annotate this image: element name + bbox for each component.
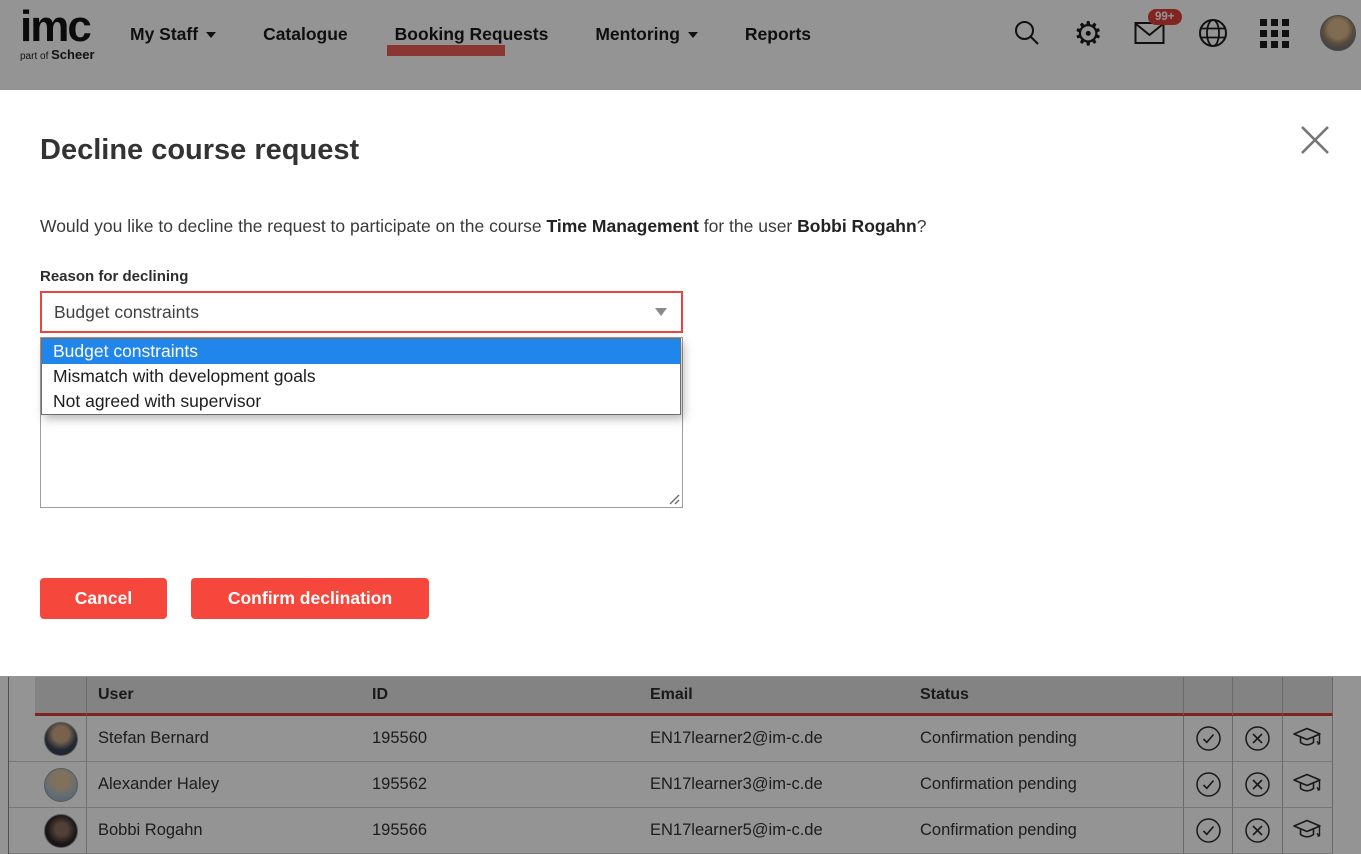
option-mismatch-development-goals[interactable]: Mismatch with development goals [42, 364, 680, 389]
modal-buttons: Cancel Confirm declination [40, 578, 429, 619]
modal-body-text: Would you like to decline the request to… [40, 216, 926, 237]
decline-course-request-modal: Decline course request Would you like to… [0, 90, 1361, 676]
reason-options-panel: Budget constraints Mismatch with develop… [41, 338, 681, 415]
confirm-declination-button[interactable]: Confirm declination [191, 578, 429, 619]
resize-handle-icon[interactable] [667, 492, 680, 505]
selected-value: Budget constraints [54, 302, 199, 323]
cancel-button[interactable]: Cancel [40, 578, 167, 619]
course-name: Time Management [547, 216, 699, 236]
reason-label: Reason for declining [40, 268, 188, 285]
close-icon[interactable] [1295, 120, 1335, 160]
page-title: Decline course request [40, 134, 359, 167]
dropdown-arrow-icon [655, 308, 667, 316]
option-budget-constraints[interactable]: Budget constraints [42, 339, 680, 364]
user-name: Bobbi Rogahn [797, 216, 917, 236]
option-not-agreed-supervisor[interactable]: Not agreed with supervisor [42, 389, 680, 414]
reason-select[interactable]: Budget constraints [40, 291, 683, 333]
